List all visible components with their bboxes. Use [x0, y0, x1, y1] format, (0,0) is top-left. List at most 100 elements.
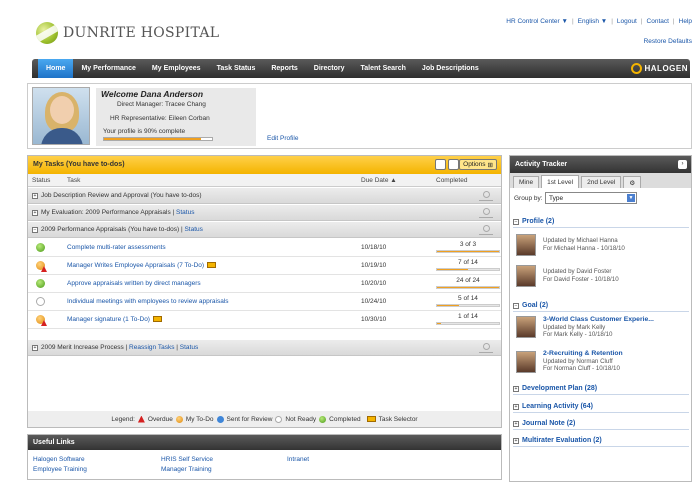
col-status[interactable]: Status — [32, 177, 50, 184]
contact-link[interactable]: Contact — [647, 18, 669, 25]
section-multirater-evaluation[interactable]: + Multirater Evaluation (2) — [513, 437, 689, 447]
task-progress-bar — [436, 304, 500, 307]
task-group-job-description[interactable]: + Job Description Review and Approval (Y… — [28, 188, 501, 204]
collapse-icon[interactable]: › — [678, 160, 687, 169]
task-selector-icon[interactable] — [152, 316, 162, 323]
nav-my-performance[interactable]: My Performance — [73, 59, 143, 78]
activity-item: 2-Recruiting & Retention Updated by Norm… — [543, 350, 685, 373]
nav-directory[interactable]: Directory — [306, 59, 353, 78]
expand-icon[interactable]: + — [513, 421, 519, 427]
task-link[interactable]: Manager signature (1 To-Do) — [67, 316, 162, 323]
expand-icon[interactable]: + — [513, 386, 519, 392]
task-link[interactable]: Individual meetings with employees to re… — [67, 298, 229, 305]
person-icon — [479, 225, 493, 235]
person-icon — [479, 208, 493, 218]
help-link[interactable]: Help — [679, 18, 692, 25]
tasks-header: My Tasks (You have to-dos) Options ⊞ — [28, 156, 501, 174]
tab-mine[interactable]: Mine — [513, 176, 540, 188]
link-halogen-software[interactable]: Halogen Software — [33, 456, 85, 463]
col-task[interactable]: Task — [67, 177, 80, 184]
task-completed-count: 3 of 3 — [459, 241, 477, 248]
goal-link[interactable]: 2-Recruiting & Retention — [543, 350, 685, 358]
avatar — [516, 265, 536, 287]
link-intranet[interactable]: Intranet — [287, 456, 309, 463]
merit-status-link[interactable]: Status — [180, 344, 198, 351]
activity-item: 3-World Class Customer Experie... Update… — [543, 316, 685, 339]
group-by-select[interactable]: Type ▼ — [545, 192, 637, 204]
nav-my-employees[interactable]: My Employees — [144, 59, 209, 78]
overdue-icon — [137, 415, 145, 423]
task-completed-count: 7 of 14 — [458, 259, 478, 266]
task-row: Approve appraisals written by direct man… — [28, 275, 501, 293]
link-hris-self-service[interactable]: HRIS Self Service — [161, 456, 213, 463]
section-journal-note[interactable]: + Journal Note (2) — [513, 420, 689, 430]
task-due-date: 10/19/10 — [361, 262, 387, 269]
top-links: HR Control Center ▼ | English ▼ | Logout… — [506, 18, 692, 25]
export-icon[interactable] — [435, 159, 446, 170]
col-due-date[interactable]: Due Date ▲ — [361, 177, 397, 184]
tab-1st-level[interactable]: 1st Level — [541, 175, 580, 188]
task-column-headers: Status Task Due Date ▲ Completed — [28, 174, 501, 187]
expand-icon[interactable]: + — [32, 192, 38, 199]
collapse-icon[interactable]: − — [513, 303, 519, 309]
link-employee-training[interactable]: Employee Training — [33, 466, 87, 473]
task-completed-count: 24 of 24 — [456, 277, 480, 284]
options-button[interactable]: Options ⊞ — [459, 159, 497, 170]
nav-reports[interactable]: Reports — [263, 59, 305, 78]
direct-manager-name: Tracee Chang — [164, 101, 206, 108]
collapse-icon[interactable]: − — [32, 226, 38, 233]
col-completed[interactable]: Completed — [436, 177, 467, 184]
section-profile[interactable]: − Profile (2) — [513, 218, 689, 228]
task-group-my-evaluation[interactable]: + My Evaluation: 2009 Performance Apprai… — [28, 205, 501, 221]
tab-2nd-level[interactable]: 2nd Level — [581, 176, 622, 188]
avatar — [516, 351, 536, 373]
logout-link[interactable]: Logout — [617, 18, 637, 25]
section-goal[interactable]: − Goal (2) — [513, 302, 689, 312]
task-legend: Legend: Overdue My To-Do Sent for Review… — [28, 411, 501, 427]
task-progress-bar — [436, 286, 500, 289]
task-row: Manager signature (1 To-Do) 10/30/10 1 o… — [28, 311, 501, 329]
brand-name: DUNRITE HOSPITAL — [63, 25, 220, 41]
task-selector-icon[interactable] — [207, 262, 217, 269]
brand-logo[interactable]: DUNRITE HOSPITAL — [36, 22, 219, 44]
task-group-merit-increase[interactable]: + 2009 Merit Increase Process | Reassign… — [28, 340, 501, 356]
expand-icon[interactable]: + — [32, 344, 38, 351]
halogen-ring-icon — [630, 63, 642, 74]
tasks-title: My Tasks (You have to-dos) — [33, 161, 125, 168]
goal-link[interactable]: 3-World Class Customer Experie... — [543, 316, 685, 324]
task-link[interactable]: Complete multi-rater assessments — [67, 244, 166, 251]
nav-job-descriptions[interactable]: Job Descriptions — [414, 59, 487, 78]
task-due-date: 10/24/10 — [361, 298, 387, 305]
hr-control-center-menu[interactable]: HR Control Center ▼ — [506, 18, 568, 25]
nav-talent-search[interactable]: Talent Search — [353, 59, 414, 78]
section-learning-activity[interactable]: + Learning Activity (64) — [513, 403, 689, 413]
completed-icon — [319, 415, 327, 423]
reassign-tasks-link[interactable]: Reassign Tasks — [129, 344, 174, 351]
edit-profile-link[interactable]: Edit Profile — [267, 135, 298, 142]
avatar — [516, 316, 536, 338]
nav-home[interactable]: Home — [38, 59, 74, 78]
task-due-date: 10/18/10 — [361, 244, 387, 251]
useful-links-title: Useful Links — [28, 435, 501, 450]
appraisals-status-link[interactable]: Status — [184, 226, 202, 233]
nav-task-status[interactable]: Task Status — [209, 59, 264, 78]
main-nav: Home My Performance My Employees Task St… — [32, 59, 690, 78]
completed-status-icon — [36, 279, 45, 288]
collapse-icon[interactable]: − — [513, 219, 519, 225]
my-evaluation-status-link[interactable]: Status — [176, 209, 194, 216]
language-menu[interactable]: English ▼ — [578, 18, 608, 25]
task-link[interactable]: Approve appraisals written by direct man… — [67, 280, 201, 287]
hr-rep-row: HR Representative: Eileen Corban — [110, 115, 210, 122]
task-link[interactable]: Manager Writes Employee Appraisals (7 To… — [67, 262, 217, 269]
restore-defaults-link[interactable]: Restore Defaults — [644, 38, 692, 45]
print-icon[interactable] — [448, 159, 459, 170]
expand-icon[interactable]: + — [32, 209, 38, 216]
link-manager-training[interactable]: Manager Training — [161, 466, 212, 473]
task-group-performance-appraisals[interactable]: − 2009 Performance Appraisals (You have … — [28, 222, 501, 238]
expand-icon[interactable]: + — [513, 404, 519, 410]
task-row: Complete multi-rater assessments 10/18/1… — [28, 239, 501, 257]
expand-icon[interactable]: + — [513, 438, 519, 444]
section-development-plan[interactable]: + Development Plan (28) — [513, 385, 689, 395]
tab-settings[interactable]: ⚙ — [623, 176, 642, 188]
review-icon — [216, 415, 224, 423]
